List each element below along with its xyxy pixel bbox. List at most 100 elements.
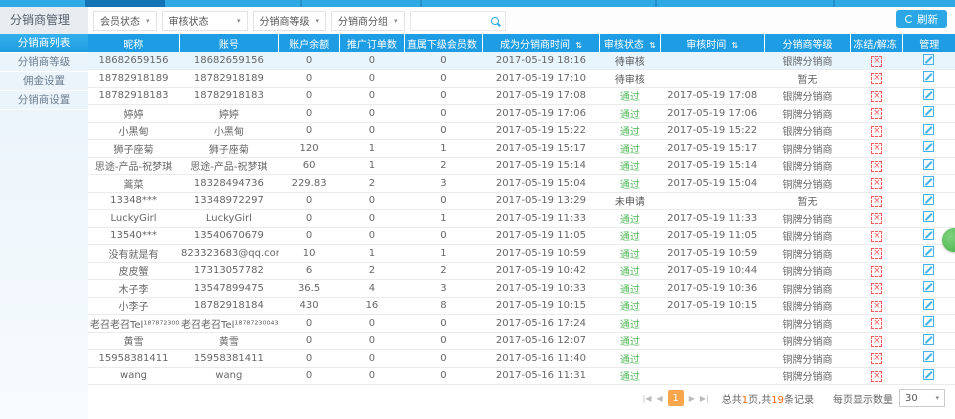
freeze-icon[interactable]: ×	[871, 336, 882, 347]
column-header[interactable]: 昵称 ⇅	[88, 34, 179, 52]
edit-icon[interactable]	[923, 176, 934, 187]
per-page-select[interactable]: 30 ▾	[899, 389, 945, 407]
manage-cell	[903, 210, 955, 228]
table-row: 15958381411 15958381411 0 0 0 2017-05-16…	[88, 350, 955, 368]
sidebar-item[interactable]: 佣金设置	[0, 72, 88, 91]
freeze-icon[interactable]: ×	[871, 213, 882, 224]
column-header-label: 直属下级会员数	[407, 40, 477, 51]
filter-select[interactable]: 分销商分组 ▾	[331, 11, 405, 31]
chevron-down-icon: ▾	[146, 17, 150, 25]
freeze-cell: ×	[851, 280, 903, 298]
pagination-summary-mid: 页,共	[748, 395, 771, 406]
column-header-label: 成为分销商时间	[500, 40, 570, 51]
edit-icon[interactable]	[923, 316, 934, 327]
pagination-last-icon[interactable]: ▶|	[700, 394, 709, 403]
sidebar-item[interactable]: 分销商设置	[0, 91, 88, 110]
sidebar-item-label: 分销商列表	[18, 37, 71, 49]
column-header[interactable]: 推广订单数 ⇅	[339, 34, 404, 52]
nickname-cell: 18682659156	[88, 52, 179, 70]
become-time-cell: 2017-05-19 17:08	[482, 87, 599, 105]
account-cell: 婷婷	[179, 105, 279, 123]
refresh-button[interactable]: 刷新	[896, 10, 947, 28]
filter-select[interactable]: 审核状态 ▾	[162, 11, 248, 31]
edit-icon[interactable]	[923, 106, 934, 117]
per-page-label: 每页显示数量	[833, 391, 893, 406]
column-header[interactable]: 成为分销商时间 ⇅	[482, 34, 599, 52]
edit-icon[interactable]	[923, 124, 934, 135]
freeze-icon[interactable]: ×	[871, 126, 882, 137]
column-header[interactable]: 审核状态 ⇅	[599, 34, 660, 52]
sidebar-item[interactable]: 分销商列表	[0, 34, 88, 53]
sidebar-item[interactable]: 分销商等级	[0, 53, 88, 72]
freeze-icon[interactable]: ×	[871, 196, 882, 207]
edit-icon[interactable]	[923, 141, 934, 152]
pagination-prev-icon[interactable]: ◀	[657, 394, 663, 403]
edit-icon[interactable]	[923, 211, 934, 222]
freeze-icon[interactable]: ×	[871, 301, 882, 312]
edit-icon[interactable]	[923, 351, 934, 362]
filter-select[interactable]: 分销商等级 ▾	[253, 11, 327, 31]
column-header[interactable]: 分销商等级 ⇅	[764, 34, 851, 52]
audit-status-cell: 通过	[599, 122, 660, 140]
freeze-icon[interactable]: ×	[871, 231, 882, 242]
pagination-next-icon[interactable]: ▶	[689, 394, 695, 403]
edit-icon[interactable]	[923, 246, 934, 257]
column-header[interactable]: 账号 ⇅	[179, 34, 279, 52]
column-header[interactable]: 管理 ⇅	[903, 34, 955, 52]
column-header[interactable]: 直属下级会员数 ⇅	[404, 34, 482, 52]
pagination-current-page[interactable]: 1	[668, 390, 684, 406]
become-time-cell: 2017-05-19 17:10	[482, 70, 599, 88]
audit-time-cell	[660, 315, 764, 333]
edit-icon[interactable]	[923, 369, 934, 380]
edit-icon[interactable]	[923, 229, 934, 240]
manage-cell	[903, 105, 955, 123]
pagination-total-records: 19	[771, 395, 784, 406]
edit-icon[interactable]	[923, 194, 934, 205]
top-nav-active-segment	[85, 0, 165, 7]
balance-cell: 6	[279, 262, 340, 280]
audit-time-cell: 2017-05-19 15:04	[660, 175, 764, 193]
account-cell: 老召老召Tel¹⁸⁷⁸⁷²³⁰⁰⁴³	[179, 315, 279, 333]
freeze-icon[interactable]: ×	[871, 318, 882, 329]
edit-icon[interactable]	[923, 264, 934, 275]
freeze-icon[interactable]: ×	[871, 248, 882, 259]
edit-icon[interactable]	[923, 159, 934, 170]
become-time-cell: 2017-05-19 13:29	[482, 192, 599, 210]
sidebar-item-label: 分销商设置	[18, 94, 71, 106]
search-icon[interactable]	[491, 17, 499, 25]
edit-icon[interactable]	[923, 71, 934, 82]
freeze-icon[interactable]: ×	[871, 353, 882, 364]
freeze-icon[interactable]: ×	[871, 161, 882, 172]
freeze-icon[interactable]: ×	[871, 283, 882, 294]
balance-cell: 60	[279, 157, 340, 175]
level-cell: 铜牌分销商	[764, 245, 851, 263]
edit-icon[interactable]	[923, 89, 934, 100]
level-cell: 铜牌分销商	[764, 175, 851, 193]
column-header[interactable]: 冻结/解冻 ⇅	[851, 34, 903, 52]
freeze-icon[interactable]: ×	[871, 266, 882, 277]
become-time-cell: 2017-05-16 11:31	[482, 367, 599, 385]
sort-icon[interactable]: ⇅	[575, 41, 582, 50]
edit-icon[interactable]	[923, 54, 934, 65]
nickname-cell: 小黑甸	[88, 122, 179, 140]
become-time-cell: 2017-05-19 17:06	[482, 105, 599, 123]
sort-icon[interactable]: ⇅	[731, 41, 738, 50]
freeze-icon[interactable]: ×	[871, 371, 882, 382]
freeze-icon[interactable]: ×	[871, 56, 882, 67]
edit-icon[interactable]	[923, 281, 934, 292]
freeze-icon[interactable]: ×	[871, 73, 882, 84]
search-input[interactable]	[415, 15, 491, 26]
freeze-icon[interactable]: ×	[871, 108, 882, 119]
edit-icon[interactable]	[923, 299, 934, 310]
edit-icon[interactable]	[923, 334, 934, 345]
freeze-icon[interactable]: ×	[871, 178, 882, 189]
pagination-first-icon[interactable]: |◀	[643, 394, 652, 403]
sort-icon[interactable]: ⇅	[649, 41, 656, 50]
freeze-cell: ×	[851, 315, 903, 333]
column-header[interactable]: 审核时间 ⇅	[660, 34, 764, 52]
freeze-icon[interactable]: ×	[871, 91, 882, 102]
column-header[interactable]: 账户余额 ⇅	[279, 34, 340, 52]
freeze-icon[interactable]: ×	[871, 143, 882, 154]
nickname-cell: 没有就是有	[88, 245, 179, 263]
filter-select[interactable]: 会员状态 ▾	[93, 11, 157, 31]
